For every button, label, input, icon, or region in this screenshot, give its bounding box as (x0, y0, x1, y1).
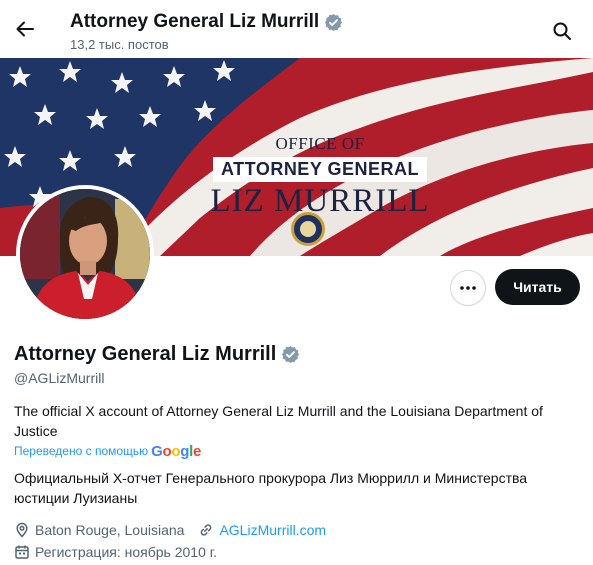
avatar-portrait (20, 189, 150, 319)
more-options-button[interactable] (450, 270, 486, 306)
profile-name-row: Attorney General Liz Murrill (14, 342, 300, 366)
banner-office-of: OFFICE OF (275, 134, 365, 153)
louisiana-seal-icon (291, 212, 325, 246)
profile-bio-translation: Официальный X-отчет Генерального прокуро… (14, 470, 528, 506)
profile-name: Attorney General Liz Murrill (14, 343, 277, 365)
arrow-left-icon (15, 19, 35, 39)
header-title-block: Attorney General Liz Murrill 13,2 тыс. п… (70, 10, 343, 54)
profile-meta-row: Baton Rouge, Louisiana AGLizMurrill.com (14, 521, 326, 539)
search-icon (552, 21, 572, 41)
banner-attorney-general: ATTORNEY GENERAL (212, 157, 428, 182)
profile-handle: @AGLizMurrill (14, 370, 105, 386)
profile-bio: The official X account of Attorney Gener… (14, 403, 543, 439)
back-button[interactable] (10, 14, 40, 44)
website-item[interactable]: AGLizMurrill.com (198, 521, 326, 539)
banner-name: LIZ MURRILL (210, 183, 430, 219)
search-button[interactable] (548, 17, 576, 45)
joined-row: Регистрация: ноябрь 2010 г. (14, 543, 217, 561)
follow-button[interactable]: Читать (495, 269, 580, 305)
calendar-icon (14, 544, 30, 560)
translated-label: Переведено с помощью (14, 444, 149, 458)
banner-title-block: OFFICE OF ATTORNEY GENERAL LIZ MURRILL (170, 134, 470, 219)
header-title-row: Attorney General Liz Murrill (70, 10, 343, 34)
translated-by-google-link[interactable]: Переведено с помощью Google (14, 443, 201, 460)
location-text: Baton Rouge, Louisiana (35, 522, 185, 538)
location-pin-icon (14, 522, 30, 538)
avatar[interactable] (16, 185, 154, 323)
location-item: Baton Rouge, Louisiana (14, 521, 184, 539)
more-dots-icon (459, 285, 477, 291)
joined-text: Регистрация: ноябрь 2010 г. (35, 544, 218, 560)
google-logo: Google (151, 443, 202, 460)
profile-header-bar: Attorney General Liz Murrill 13,2 тыс. п… (0, 0, 593, 58)
header-title: Attorney General Liz Murrill (70, 11, 320, 32)
posts-count: 13,2 тыс. постов (70, 37, 169, 52)
link-icon (198, 522, 214, 538)
verified-badge-icon[interactable] (281, 345, 300, 364)
verified-badge-icon (324, 13, 343, 32)
joined-item: Регистрация: ноябрь 2010 г. (14, 543, 217, 561)
website-link[interactable]: AGLizMurrill.com (219, 521, 326, 539)
